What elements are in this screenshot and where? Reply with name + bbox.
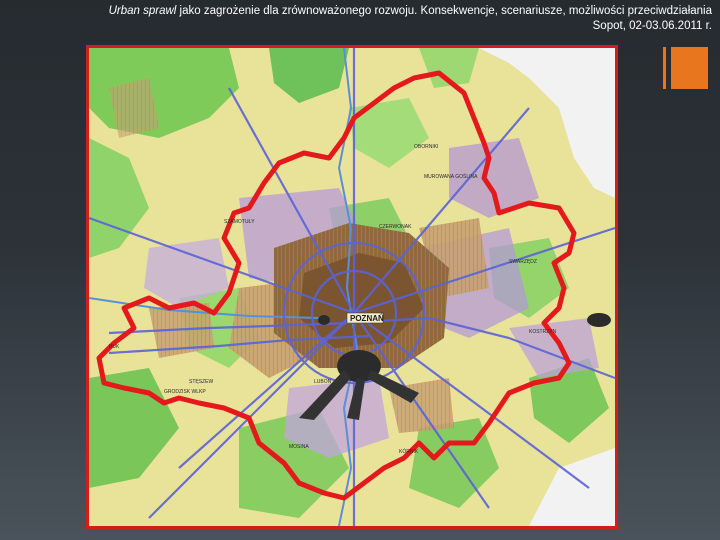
place-label: STĘSZEW bbox=[189, 379, 213, 385]
place-label: SWARZĘDZ bbox=[509, 259, 537, 265]
place-label: CZERWONAK bbox=[379, 224, 412, 230]
presentation-title: Urban sprawl jako zagrożenie dla zrównow… bbox=[52, 4, 712, 19]
city-label-poznan: POZNAŃ bbox=[350, 314, 384, 323]
presentation-subtitle: Sopot, 02-03.06.2011 r. bbox=[592, 20, 712, 32]
place-label: KÓRNIK bbox=[399, 448, 419, 455]
map-image-frame: POZNAŃ OBORNIKI MUROWANA GOŚLINA SWARZĘD… bbox=[86, 45, 618, 529]
orange-accent-stripe bbox=[663, 47, 666, 89]
place-label: MOSINA bbox=[289, 444, 309, 450]
place-label: SZAMOTUŁY bbox=[224, 219, 255, 225]
place-label: MUROWANA GOŚLINA bbox=[424, 172, 478, 180]
place-label: OBORNIKI bbox=[414, 144, 438, 150]
orange-accent-block bbox=[671, 47, 708, 89]
title-italic-part: Urban sprawl bbox=[108, 5, 177, 17]
place-label: KOSTRZYN bbox=[529, 329, 557, 335]
metropolitan-area-map: POZNAŃ OBORNIKI MUROWANA GOŚLINA SWARZĘD… bbox=[89, 48, 615, 526]
place-label: GRODZISK WLKP bbox=[164, 389, 206, 395]
title-rest: jako zagrożenie dla zrównoważonego rozwo… bbox=[176, 5, 712, 17]
place-label: LUBOŃ bbox=[314, 378, 332, 385]
presentation-header: Urban sprawl jako zagrożenie dla zrównow… bbox=[52, 4, 712, 34]
place-label: BUK bbox=[109, 344, 120, 350]
